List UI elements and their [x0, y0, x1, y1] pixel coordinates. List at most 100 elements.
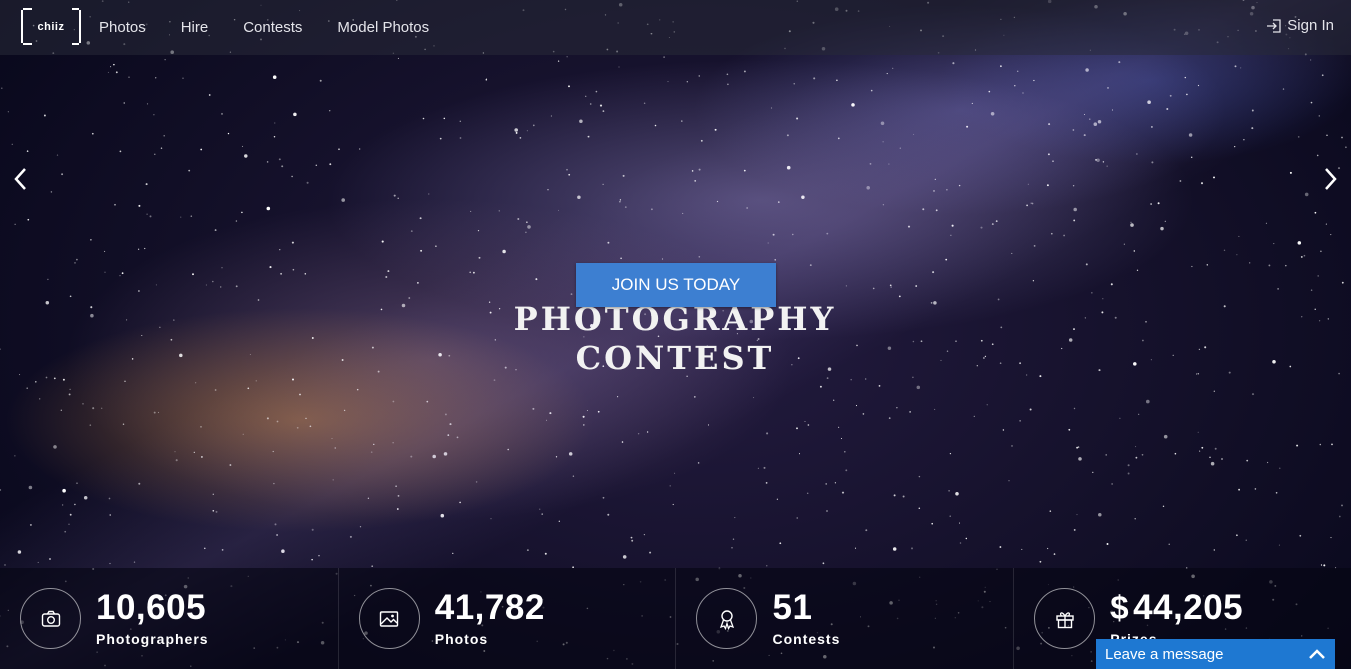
star [888, 163, 890, 165]
star [922, 208, 925, 211]
star [17, 550, 22, 554]
star [485, 78, 488, 81]
star [272, 75, 277, 79]
star [1285, 264, 1287, 267]
star [1314, 211, 1317, 214]
star [1048, 123, 1051, 126]
star [586, 409, 588, 412]
star [1019, 362, 1022, 365]
leave-message-widget[interactable]: Leave a message [1096, 639, 1335, 669]
star [809, 264, 812, 267]
star [444, 413, 447, 416]
star [443, 117, 446, 120]
star [205, 284, 207, 286]
star [532, 124, 535, 127]
star [865, 529, 868, 532]
star [597, 410, 600, 413]
star [1341, 504, 1343, 507]
star [1098, 369, 1101, 372]
star [1073, 528, 1076, 531]
star [619, 200, 621, 203]
star [1, 87, 3, 89]
star [958, 522, 961, 524]
star [1068, 428, 1071, 431]
nav-model-photos[interactable]: Model Photos [337, 19, 429, 36]
star [693, 396, 696, 398]
star [420, 249, 423, 252]
star [734, 517, 736, 519]
star [145, 183, 148, 186]
star [82, 403, 84, 405]
chiiz-logo[interactable]: chiiz [21, 10, 81, 43]
star [909, 411, 911, 413]
star [69, 513, 72, 516]
star [1135, 456, 1138, 459]
sign-in-link[interactable]: Sign In [1266, 17, 1334, 34]
star [137, 248, 140, 250]
star [757, 467, 759, 469]
star [913, 133, 915, 135]
star [1030, 202, 1032, 204]
star [1200, 182, 1204, 185]
star [138, 482, 141, 485]
star [595, 90, 598, 93]
star [550, 115, 552, 117]
star [1130, 221, 1132, 223]
star [1196, 373, 1198, 375]
star [1111, 109, 1114, 111]
star [1254, 488, 1257, 490]
star [62, 488, 66, 493]
star [955, 340, 957, 342]
star [392, 442, 394, 444]
star [1325, 223, 1327, 225]
star [888, 417, 891, 419]
star [1267, 461, 1269, 464]
star [1076, 514, 1078, 516]
star [622, 174, 625, 177]
star [26, 387, 28, 389]
star [131, 358, 134, 360]
star [74, 503, 76, 506]
star [932, 271, 935, 274]
star [475, 481, 478, 483]
carousel-next-arrow-icon[interactable] [1319, 165, 1341, 193]
chevron-up-icon[interactable] [1309, 647, 1325, 661]
star [1223, 249, 1226, 252]
nav-contests[interactable]: Contests [243, 19, 302, 36]
star [698, 255, 701, 258]
star [109, 562, 111, 565]
star [991, 223, 994, 226]
join-us-today-button[interactable]: JOIN US TODAY [576, 263, 776, 307]
star [583, 424, 585, 426]
star [1151, 161, 1154, 164]
nav-photos[interactable]: Photos [99, 19, 146, 36]
star [115, 71, 118, 74]
star [836, 79, 838, 82]
star [1296, 444, 1299, 447]
star [83, 496, 88, 500]
star [549, 412, 552, 415]
star [1249, 262, 1251, 264]
star [568, 452, 573, 456]
star [1303, 254, 1306, 257]
star [61, 173, 64, 176]
star [221, 112, 223, 115]
stat-photos: 41,782 Photos [337, 568, 676, 669]
star [1019, 420, 1021, 422]
star [1273, 243, 1275, 245]
star [882, 141, 884, 143]
star [1073, 207, 1077, 212]
star [377, 370, 380, 373]
star [934, 408, 936, 410]
star [1330, 537, 1332, 539]
star [916, 385, 921, 390]
star [698, 75, 700, 77]
star [401, 303, 406, 308]
star [45, 300, 50, 305]
star [1330, 234, 1332, 236]
nav-hire[interactable]: Hire [181, 19, 209, 36]
carousel-prev-arrow-icon[interactable] [10, 165, 32, 193]
star [1142, 339, 1144, 342]
star [980, 226, 983, 229]
star [587, 135, 590, 138]
